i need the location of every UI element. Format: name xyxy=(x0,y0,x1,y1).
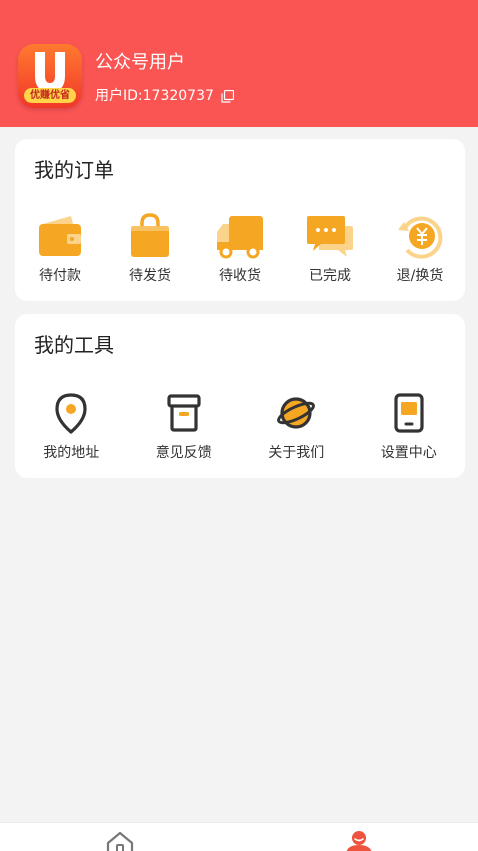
bottom-tab-bar xyxy=(0,822,478,851)
order-status-pending-receipt[interactable]: 待收货 xyxy=(195,212,285,286)
orders-title: 我的订单 xyxy=(34,158,114,182)
my-tools-card: 我的工具 我的地址 意见反馈 关于我们 设置中心 xyxy=(15,314,465,478)
order-status-label: 已完成 xyxy=(309,268,351,284)
user-id-value: 17320737 xyxy=(142,88,214,104)
order-status-label: 待发货 xyxy=(129,268,171,284)
location-pin-icon xyxy=(55,393,87,434)
tab-home[interactable] xyxy=(0,823,239,851)
order-status-pending-shipment[interactable]: 待发货 xyxy=(105,212,195,286)
user-icon xyxy=(346,831,372,851)
phone-settings-icon xyxy=(394,393,424,433)
shopping-bag-icon xyxy=(131,213,169,257)
tool-my-address[interactable]: 我的地址 xyxy=(15,392,128,463)
tool-label: 关于我们 xyxy=(268,445,325,461)
order-status-label: 待付款 xyxy=(39,268,81,284)
copy-icon[interactable] xyxy=(221,89,234,103)
order-status-list: 待付款 待发货 待收货 已完成 退/换货 xyxy=(15,212,465,286)
tool-settings[interactable]: 设置中心 xyxy=(353,392,466,463)
tool-feedback[interactable]: 意见反馈 xyxy=(128,392,241,463)
tab-mine[interactable] xyxy=(239,823,478,851)
order-status-label: 待收货 xyxy=(219,268,261,284)
tool-about-us[interactable]: 关于我们 xyxy=(240,392,353,463)
tool-label: 设置中心 xyxy=(380,445,437,461)
planet-icon xyxy=(277,397,316,429)
my-orders-card: 我的订单 待付款 待发货 待收货 已完成 退/换货 xyxy=(15,139,465,301)
username: 公众号用户 xyxy=(95,52,185,73)
tool-label: 意见反馈 xyxy=(155,445,212,461)
truck-icon xyxy=(217,216,263,259)
tools-title: 我的工具 xyxy=(34,333,114,357)
user-id-row: 用户ID: 17320737 xyxy=(95,86,234,106)
profile-header: 优赚优省 公众号用户 用户ID: 17320737 xyxy=(0,0,478,127)
wallet-icon xyxy=(39,216,81,256)
order-status-label: 退/换货 xyxy=(396,268,444,284)
feedback-box-icon xyxy=(167,394,201,432)
chat-bubble-icon xyxy=(307,216,353,257)
tool-label: 我的地址 xyxy=(43,445,100,461)
app-logo: 优赚优省 xyxy=(18,44,82,108)
user-id-label: 用户ID: xyxy=(95,88,143,104)
tools-list: 我的地址 意见反馈 关于我们 设置中心 xyxy=(15,392,465,463)
home-icon xyxy=(106,831,134,851)
yen-refund-icon xyxy=(398,216,443,259)
logo-text: 优赚优省 xyxy=(24,88,76,103)
order-status-completed[interactable]: 已完成 xyxy=(285,212,375,286)
order-status-pending-payment[interactable]: 待付款 xyxy=(15,212,105,286)
order-status-refund-exchange[interactable]: 退/换货 xyxy=(375,212,465,286)
